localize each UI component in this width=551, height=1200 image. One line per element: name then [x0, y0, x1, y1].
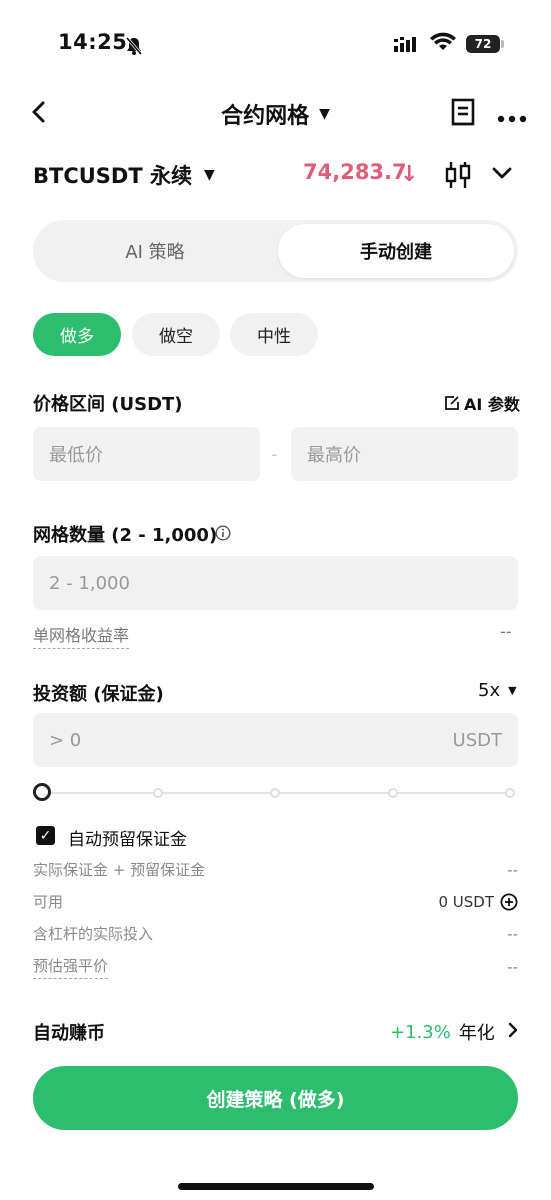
detail-value: -- [507, 860, 518, 879]
info-icon[interactable] [215, 525, 231, 545]
home-indicator[interactable] [178, 1183, 374, 1190]
arrow-down-icon: ↓ [400, 162, 419, 187]
max-price-input[interactable]: 最高价 [291, 427, 518, 481]
chevron-down-icon[interactable] [491, 165, 513, 184]
edit-icon [445, 396, 459, 410]
detail-label: 实际保证金 + 预留保证金 [33, 861, 206, 879]
grid-count-placeholder: 2 - 1,000 [49, 572, 130, 594]
investment-value: > 0 [49, 729, 82, 751]
investment-label: 投资额 (保证金) [33, 684, 164, 705]
document-icon[interactable] [451, 98, 475, 130]
auto-reserve-checkbox[interactable]: ✓ [36, 826, 55, 845]
slider-tick-50[interactable] [270, 788, 280, 798]
min-price-input[interactable]: 最低价 [33, 427, 260, 481]
page-title-text: 合约网格 [221, 104, 310, 129]
detail-value: -- [507, 958, 518, 976]
detail-label: 可用 [33, 893, 64, 911]
more-options-icon[interactable] [497, 108, 527, 127]
cellular-signal-icon [394, 36, 420, 56]
candlestick-chart-icon[interactable] [444, 160, 472, 194]
slider-tick-75[interactable] [388, 788, 398, 798]
auto-reserve-label: 自动预留保证金 [68, 830, 187, 850]
detail-label: 含杠杆的实际投入 [33, 925, 154, 943]
battery-tip [501, 40, 504, 48]
create-strategy-button[interactable]: 创建策略 (做多) [33, 1066, 518, 1130]
range-separator: - [271, 444, 278, 465]
grid-count-input[interactable]: 2 - 1,000 [33, 556, 518, 610]
leverage-value: 5x [478, 680, 501, 701]
status-time: 14:25 [58, 30, 128, 54]
investment-slider-thumb[interactable] [33, 783, 51, 801]
max-price-placeholder: 最高价 [307, 445, 361, 466]
caret-down-icon: ▼ [508, 684, 517, 697]
leverage-selector[interactable]: 5x ▼ [478, 680, 517, 701]
grid-count-label: 网格数量 (2 - 1,000) [33, 525, 218, 546]
caret-down-icon: ▼ [204, 167, 215, 183]
direction-short-button[interactable]: 做空 [132, 313, 220, 356]
detail-value: -- [507, 924, 518, 943]
caret-down-icon: ▼ [319, 106, 330, 122]
direction-long-button[interactable]: 做多 [33, 313, 121, 356]
slider-tick-25[interactable] [153, 788, 163, 798]
detail-value: 0 USDT [438, 892, 494, 911]
auto-earn-link[interactable]: +1.3% 年化 [390, 1019, 519, 1045]
ai-param-button[interactable]: AI 参数 [444, 391, 520, 415]
detail-row-available: 可用 0 USDT [33, 891, 518, 912]
last-price: 74,283.7 [303, 160, 407, 184]
apr-suffix: 年化 [458, 1023, 495, 1044]
detail-label[interactable]: 预估强平价 [33, 955, 109, 979]
strategy-mode-tabs: AI 策略 手动创建 [33, 220, 518, 282]
grid-profit-label[interactable]: 单网格收益率 [33, 622, 130, 649]
investment-unit: USDT [452, 729, 502, 751]
detail-row-leveraged-investment: 含杠杆的实际投入 -- [33, 923, 518, 944]
battery-indicator: 72 [466, 35, 500, 53]
available-value: 0 USDT [438, 893, 518, 911]
investment-input[interactable]: > 0 USDT [33, 713, 518, 767]
grid-profit-value: -- [500, 622, 512, 641]
chevron-right-icon [507, 1022, 519, 1043]
min-price-placeholder: 最低价 [49, 445, 103, 466]
direction-neutral-button[interactable]: 中性 [230, 313, 318, 356]
tab-manual-create[interactable]: 手动创建 [278, 224, 514, 278]
price-range-label: 价格区间 (USDT) [33, 394, 183, 415]
apr-rate: +1.3% [390, 1021, 451, 1043]
auto-earn-label: 自动赚币 [33, 1023, 105, 1044]
detail-row-margin: 实际保证金 + 预留保证金 -- [33, 859, 518, 880]
bell-muted-icon [124, 36, 144, 60]
pair-symbol: BTCUSDT 永续 [33, 164, 192, 188]
pair-selector[interactable]: BTCUSDT 永续 ▼ [33, 160, 215, 190]
tab-ai-strategy[interactable]: AI 策略 [37, 224, 273, 278]
plus-circle-icon [500, 893, 518, 910]
detail-row-liquidation-price: 预估强平价 -- [33, 955, 518, 979]
wifi-icon [430, 32, 456, 56]
ai-param-label: AI 参数 [464, 395, 520, 414]
slider-tick-100[interactable] [505, 788, 515, 798]
